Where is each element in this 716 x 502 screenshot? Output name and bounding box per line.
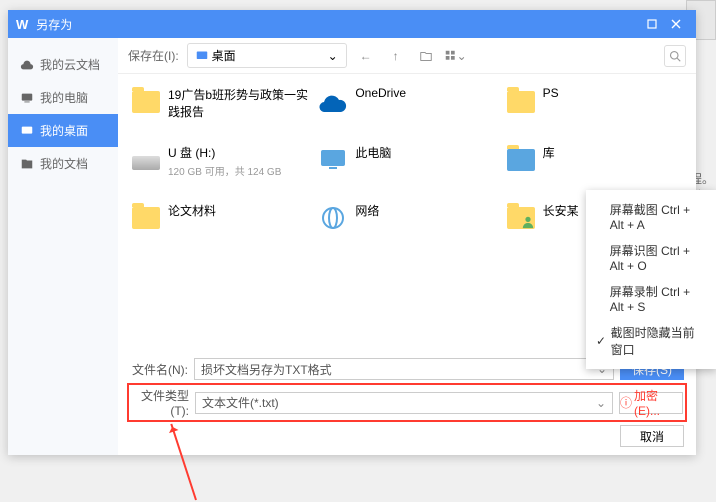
file-item[interactable]: U 盘 (H:) 120 GB 可用，共 124 GB <box>128 142 311 192</box>
file-name: U 盘 (H:) <box>168 144 281 161</box>
popup-item[interactable]: ✓截图时隐藏当前窗口 <box>586 319 716 363</box>
file-item[interactable]: PS <box>503 84 686 134</box>
drive-icon <box>130 144 162 176</box>
desktop-icon <box>196 50 208 62</box>
new-folder-button[interactable] <box>415 45 437 67</box>
file-name: 库 <box>543 144 555 161</box>
folder-icon <box>130 202 162 234</box>
screenshot-popup: 屏幕截图 Ctrl + Alt + A 屏幕识图 Ctrl + Alt + O … <box>586 190 716 369</box>
sidebar: 我的云文档 我的电脑 我的桌面 我的文档 <box>8 38 118 455</box>
dialog-title: 另存为 <box>36 16 72 33</box>
onedrive-icon <box>317 86 349 118</box>
popup-item[interactable]: 屏幕录制 Ctrl + Alt + S <box>586 278 716 319</box>
file-item[interactable]: OneDrive <box>315 84 498 134</box>
filetype-dropdown[interactable]: 文本文件(*.txt)⌄ <box>195 392 613 414</box>
warning-icon: ⓘ <box>620 394 632 411</box>
file-item[interactable]: 网络 <box>315 200 498 250</box>
sidebar-item-label: 我的电脑 <box>40 89 88 106</box>
file-item[interactable]: 论文材料 <box>128 200 311 250</box>
sidebar-item-label: 我的桌面 <box>40 122 88 139</box>
sidebar-item-cloud[interactable]: 我的云文档 <box>8 48 118 81</box>
file-name: 网络 <box>355 202 379 219</box>
user-folder-icon <box>505 202 537 234</box>
folder-icon <box>130 86 162 118</box>
sidebar-item-label: 我的云文档 <box>40 56 100 73</box>
cancel-button[interactable]: 取消 <box>620 425 684 447</box>
file-name: 此电脑 <box>355 144 391 161</box>
titlebar: W 另存为 <box>8 10 696 38</box>
toolbar: 保存在(I): 桌面 ⌄ ← ↑ ⌄ <box>118 38 696 74</box>
filename-input[interactable]: 损坏文档另存为TXT格式⌄ <box>194 358 614 380</box>
location-text: 桌面 <box>212 47 236 64</box>
sidebar-item-computer[interactable]: 我的电脑 <box>8 81 118 114</box>
file-name: OneDrive <box>355 86 406 100</box>
filetype-label: 文件类型(T): <box>131 387 189 418</box>
close-button[interactable] <box>664 12 688 36</box>
chevron-down-icon: ⌄ <box>328 49 338 63</box>
chevron-down-icon: ⌄ <box>596 396 606 410</box>
file-name: 论文材料 <box>168 202 216 219</box>
file-name: PS <box>543 86 559 100</box>
file-item[interactable]: 19广告b班形势与政策一实践报告 <box>128 84 311 134</box>
sidebar-item-desktop[interactable]: 我的桌面 <box>8 114 118 147</box>
file-name: 长安某 <box>543 202 579 219</box>
maximize-button[interactable] <box>640 12 664 36</box>
library-icon <box>505 144 537 176</box>
folder-icon <box>505 86 537 118</box>
sidebar-item-label: 我的文档 <box>40 155 88 172</box>
sidebar-item-documents[interactable]: 我的文档 <box>8 147 118 180</box>
search-button[interactable] <box>664 45 686 67</box>
encrypt-button[interactable]: ⓘ加密(E)... <box>619 392 683 414</box>
file-sub: 120 GB 可用，共 124 GB <box>168 163 281 178</box>
file-item[interactable]: 此电脑 <box>315 142 498 192</box>
up-button[interactable]: ↑ <box>385 45 407 67</box>
app-logo: W <box>16 17 28 32</box>
view-button[interactable]: ⌄ <box>445 45 467 67</box>
file-item[interactable]: 库 <box>503 142 686 192</box>
back-button[interactable]: ← <box>355 45 377 67</box>
filename-label: 文件名(N): <box>130 361 188 378</box>
savein-label: 保存在(I): <box>128 47 179 64</box>
file-name: 19广告b班形势与政策一实践报告 <box>168 86 309 120</box>
network-icon <box>317 202 349 234</box>
popup-item[interactable]: 屏幕识图 Ctrl + Alt + O <box>586 237 716 278</box>
pc-icon <box>317 144 349 176</box>
popup-item[interactable]: 屏幕截图 Ctrl + Alt + A <box>586 196 716 237</box>
location-dropdown[interactable]: 桌面 ⌄ <box>187 43 347 68</box>
check-icon: ✓ <box>596 334 607 348</box>
